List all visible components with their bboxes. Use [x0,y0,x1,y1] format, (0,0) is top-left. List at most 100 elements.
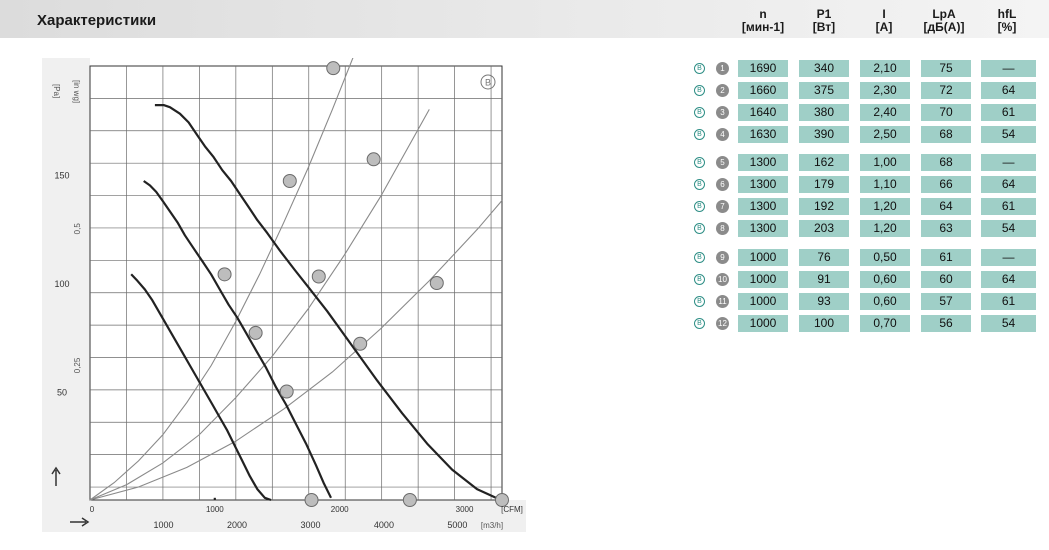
table-cell: 64 [981,82,1036,99]
header-hfl: hfL [%] [997,7,1017,34]
curve-badge-icon: B [694,201,705,212]
table-cell: 2,50 [860,126,910,143]
curve-badge-icon: B [694,129,705,140]
operating-point-number: 12 [716,317,729,330]
table-cell: 375 [799,82,849,99]
operating-point-number: 8 [716,222,729,235]
table-cell: 1,20 [860,220,910,237]
table-cell: 203 [799,220,849,237]
operating-point-number: 5 [716,156,729,169]
table-row: B 1 1690 340 2,10 75 — [694,60,1036,77]
y-axis-label: [Pa] [52,84,61,98]
table-cell: 179 [799,176,849,193]
table-cell: 61 [981,293,1036,310]
table-cell: 1000 [738,249,788,266]
operating-point-marker [326,61,341,76]
table-cell: — [981,154,1036,171]
table-cell: 0,60 [860,271,910,288]
chart-left-band [42,58,90,526]
operating-point-marker [366,152,381,167]
curve-badge-icon: B [694,296,705,307]
header-i: I [А] [875,7,893,34]
table-cell: 1640 [738,104,788,121]
table-cell: 1690 [738,60,788,77]
curve-badge-icon: B [694,157,705,168]
operating-point-number: 6 [716,178,729,191]
operating-point-number: 2 [716,84,729,97]
table-cell: 61 [981,198,1036,215]
table-cell: 54 [981,315,1036,332]
table-cell: 1630 [738,126,788,143]
curve-badge-icon: B [694,223,705,234]
x-secondary-tick-label: 1000 [153,520,173,530]
table-cell: 1300 [738,176,788,193]
table-cell: 1300 [738,198,788,215]
table-row: B 4 1630 390 2,50 68 54 [694,126,1036,143]
header-n: n [мин-1] [741,7,785,34]
table-row: B 10 1000 91 0,60 60 64 [694,271,1036,288]
page-title: Характеристики [37,12,157,29]
table-cell: 100 [799,315,849,332]
table-row: B 11 1000 93 0,60 57 61 [694,293,1036,310]
x-secondary-tick-label: 3000 [300,520,320,530]
table-row: B 5 1300 162 1,00 68 — [694,154,1036,171]
x-secondary-axis-label: [m3/h] [481,521,503,530]
table-cell: — [981,249,1036,266]
x-tick-label: 0 [90,505,95,514]
operating-point-number: 10 [716,273,729,286]
table-cell: 70 [921,104,971,121]
header-lpa: LpA [дБ(А)] [923,7,965,34]
curve-badge-icon: B [694,318,705,329]
table-cell: 1,20 [860,198,910,215]
x-secondary-tick-label: 4000 [374,520,394,530]
table-cell: 162 [799,154,849,171]
y-secondary-tick-label: 0,25 [73,357,82,373]
table-row: B 8 1300 203 1,20 63 54 [694,220,1036,237]
table-cell: 0,50 [860,249,910,266]
table-cell: 61 [981,104,1036,121]
operating-point-marker [402,493,417,507]
header-p1: P1 [Вт] [812,7,836,34]
table-cell: 76 [799,249,849,266]
table-row: B 6 1300 179 1,10 66 64 [694,176,1036,193]
table-cell: 390 [799,126,849,143]
operating-point-marker [311,269,326,284]
operating-point-marker [248,325,263,340]
table-cell: 1300 [738,154,788,171]
table-cell: 68 [921,126,971,143]
operating-point-marker [429,276,444,290]
operating-point-marker [304,493,319,507]
table-cell: 1,00 [860,154,910,171]
table-cell: 1000 [738,271,788,288]
operating-point-marker [279,384,294,399]
table-row: B 9 1000 76 0,50 61 — [694,249,1036,266]
table-cell: 93 [799,293,849,310]
table-cell: 64 [921,198,971,215]
curve-badge-icon: B [694,252,705,263]
y-tick-label: 150 [54,171,69,181]
table-cell: 54 [981,126,1036,143]
y-tick-label: 50 [57,388,67,398]
x-secondary-tick-label: 5000 [447,520,467,530]
fan-curve-chart: B 50 100 150 0,25 0,5 [Pa] [in wg] 0 1000 2000 3000… [36,58,526,538]
table-cell: 68 [921,154,971,171]
curve-badge-icon: B [694,107,705,118]
operating-point-marker [282,174,297,189]
table-cell: 64 [981,176,1036,193]
table-cell: 340 [799,60,849,77]
table-cell: 2,30 [860,82,910,99]
table-row: B 2 1660 375 2,30 72 64 [694,82,1036,99]
table-cell: 192 [799,198,849,215]
curve-badge-icon: B [694,85,705,96]
table-cell: — [981,60,1036,77]
x-tick-label: 3000 [456,505,474,514]
x-tick-label: 1000 [206,505,224,514]
table-cell: 1000 [738,315,788,332]
table-row: B 12 1000 100 0,70 56 54 [694,315,1036,332]
table-row: B 3 1640 380 2,40 70 61 [694,104,1036,121]
x-secondary-tick-label: 2000 [227,520,247,530]
table-cell: 66 [921,176,971,193]
table-cell: 64 [981,271,1036,288]
y-tick-label: 100 [54,279,69,289]
table-cell: 2,40 [860,104,910,121]
